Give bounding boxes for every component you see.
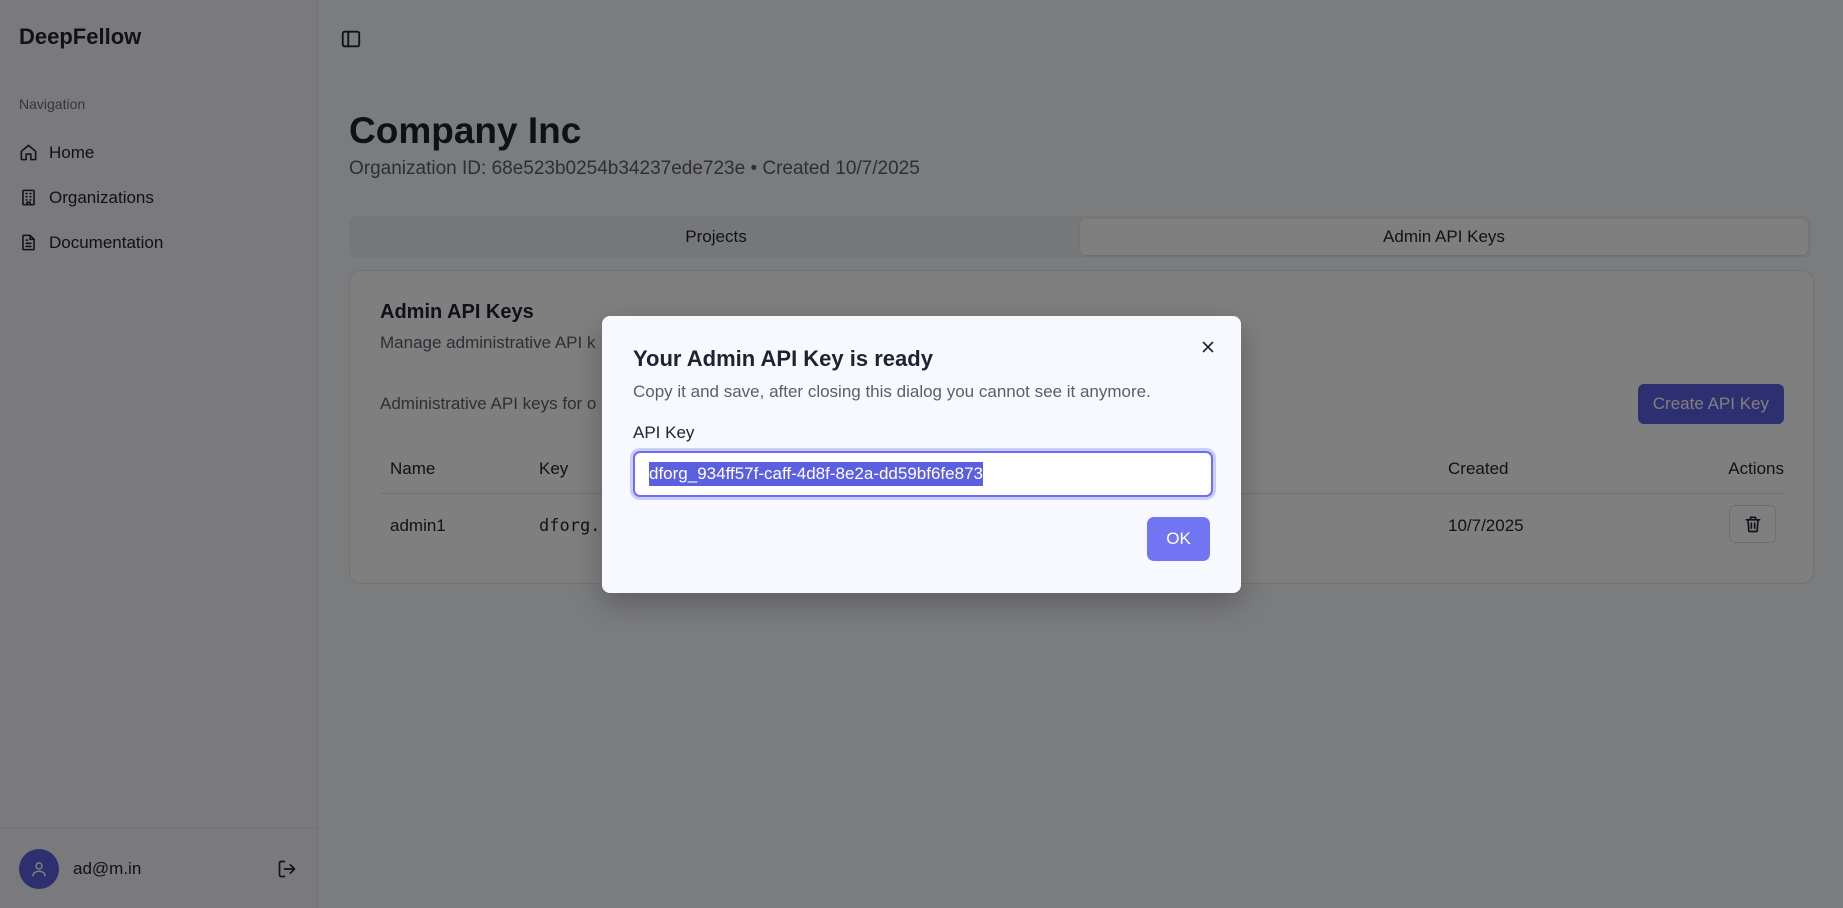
api-key-input[interactable]: dforg_934ff57f-caff-4d8f-8e2a-dd59bf6fe8… xyxy=(633,451,1213,497)
dialog-description: Copy it and save, after closing this dia… xyxy=(633,382,1151,401)
dialog-title: Your Admin API Key is ready xyxy=(633,346,933,371)
ok-button[interactable]: OK xyxy=(1147,517,1210,561)
api-key-value[interactable]: dforg_934ff57f-caff-4d8f-8e2a-dd59bf6fe8… xyxy=(649,462,983,486)
app-root: DeepFellow Navigation Home Organizations xyxy=(0,0,1843,908)
close-icon xyxy=(1202,341,1214,353)
api-key-label: API Key xyxy=(633,423,695,442)
api-key-dialog: Your Admin API Key is ready Copy it and … xyxy=(602,316,1241,593)
close-button[interactable] xyxy=(1197,336,1219,358)
